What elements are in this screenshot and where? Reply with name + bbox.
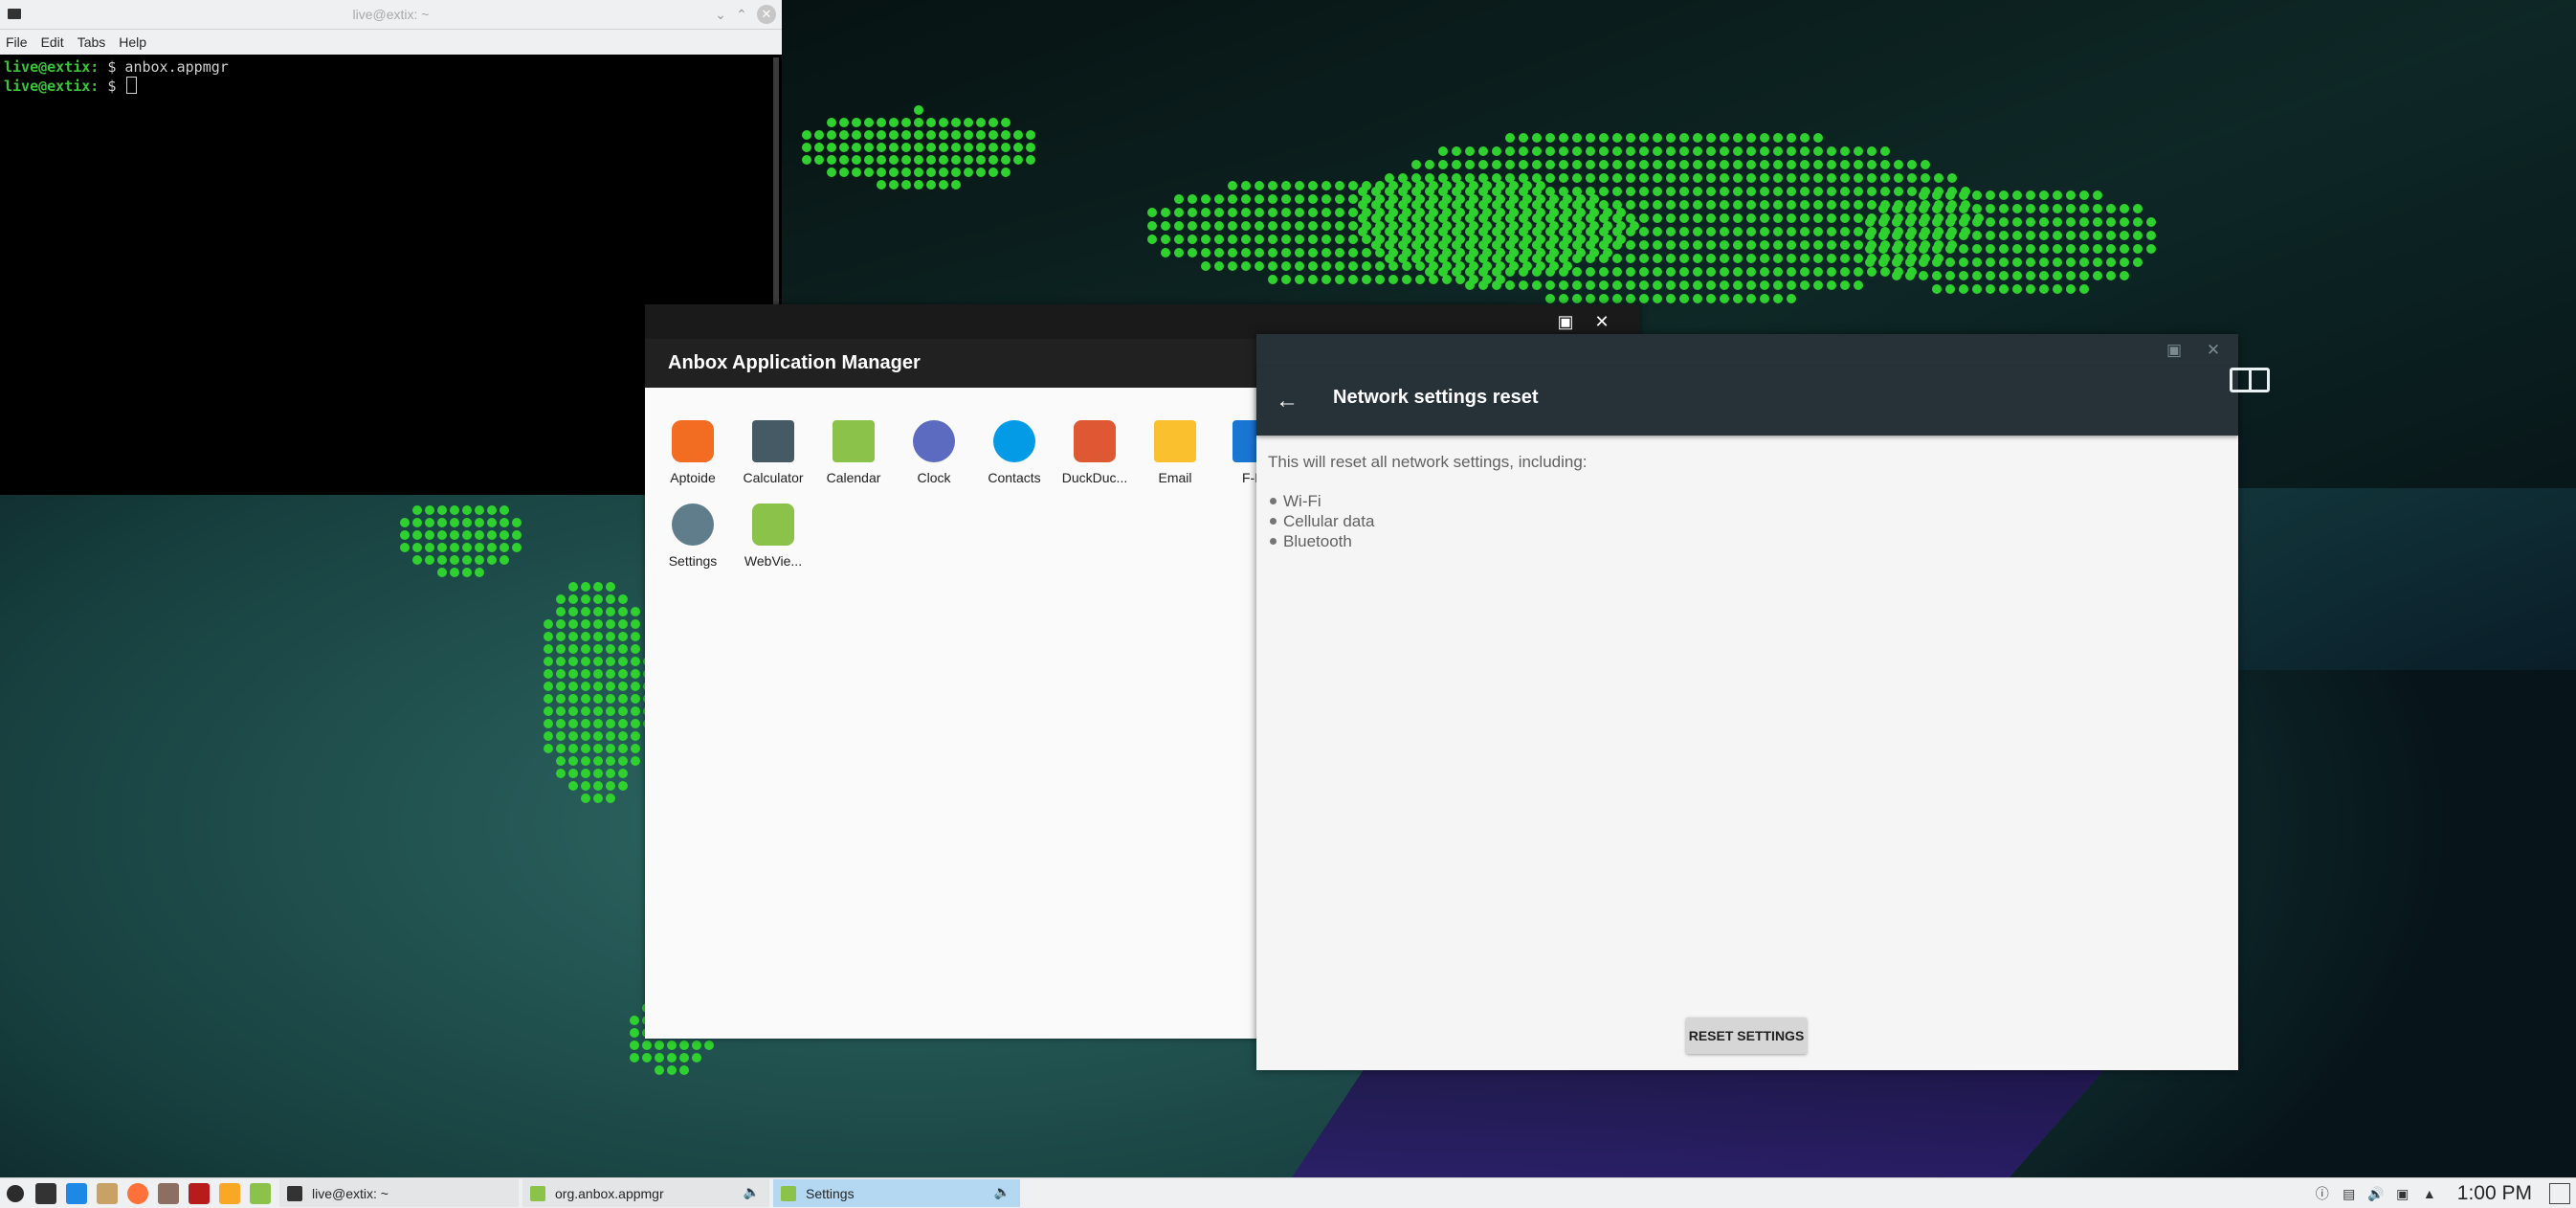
text-cursor (126, 77, 138, 94)
system-tray: ⓘ ▤ 🔊 ▣ ▲ 1:00 PM (2314, 1178, 2576, 1208)
terminal-titlebar[interactable]: live@extix: ~ ⌄ ⌃ ✕ (0, 0, 782, 30)
settings-toolbar: ← Network settings reset (1256, 367, 2238, 436)
network-icon[interactable]: ▣ (2394, 1185, 2411, 1202)
chevron-up-icon[interactable]: ⌃ (732, 5, 751, 24)
aptoide-icon (672, 420, 714, 462)
fdroid-icon (1232, 420, 1259, 462)
list-item: Bluetooth (1268, 533, 2227, 549)
task-label: Settings (806, 1185, 855, 1201)
contacts-icon (993, 420, 1035, 462)
help-icon[interactable]: ⓘ (2314, 1185, 2331, 1202)
command-text: $ (99, 78, 125, 95)
app-label: WebVie... (744, 553, 803, 569)
menu-bar: File Edit Tabs Help (0, 30, 782, 55)
task-settings[interactable]: Settings 🔈 (773, 1179, 1020, 1207)
chevron-down-icon[interactable]: ⌄ (711, 5, 730, 24)
appmgr-task-icon (530, 1185, 545, 1201)
app-calculator[interactable]: Calculator (733, 420, 813, 485)
menu-help[interactable]: Help (119, 34, 146, 50)
duckduckgo-icon (1074, 420, 1116, 462)
description-text: This will reset all network settings, in… (1268, 453, 1588, 471)
app-duckduckgo[interactable]: DuckDuc... (1055, 420, 1135, 485)
close-icon[interactable]: ✕ (2203, 340, 2224, 361)
app-label: Calculator (743, 470, 804, 485)
app-webview[interactable]: WebVie... (733, 503, 813, 569)
archive-launcher-icon[interactable] (92, 1178, 122, 1208)
calculator-icon (752, 420, 794, 462)
webview-icon (752, 503, 794, 546)
app-aptoide[interactable]: Aptoide (653, 420, 733, 485)
minimize-icon[interactable]: ▣ (2164, 340, 2185, 361)
taskbar: live@extix: ~ org.anbox.appmgr 🔈 Setting… (0, 1177, 2576, 1208)
app-fdroid[interactable]: F-Dr (1215, 420, 1259, 485)
menu-edit[interactable]: Edit (41, 34, 64, 50)
firefox-launcher-icon[interactable] (122, 1178, 153, 1208)
minimize-icon[interactable]: ▣ (1554, 310, 1577, 333)
app-settings[interactable]: Settings (653, 503, 733, 569)
settings-window[interactable]: ▣ ✕ ← Network settings reset This will r… (1256, 334, 2238, 1070)
menu-tabs[interactable]: Tabs (78, 34, 106, 50)
settings-titlebar[interactable]: ▣ ✕ (1256, 334, 2238, 367)
prompt: live@extix: (4, 78, 100, 95)
app-label: Aptoide (670, 470, 716, 485)
window-title: live@extix: ~ (352, 7, 430, 22)
app-label: DuckDuc... (1061, 470, 1128, 485)
menu-file[interactable]: File (6, 34, 28, 50)
app-label: Email (1158, 470, 1192, 485)
terminal-line: live@extix: $ anbox.appmgr (4, 58, 778, 77)
task-terminal[interactable]: live@extix: ~ (279, 1179, 519, 1207)
app-label: F-Dr (1242, 470, 1259, 485)
task-label: live@extix: ~ (312, 1185, 389, 1201)
window-resize-icon[interactable] (2230, 368, 2270, 392)
command-text: $ anbox.appmgr (99, 58, 229, 76)
prompt: live@extix: (4, 58, 100, 76)
reset-items-list: Wi-Fi Cellular data Bluetooth (1268, 493, 2227, 549)
email-icon (1154, 420, 1196, 462)
app-calendar[interactable]: Calendar (813, 420, 894, 485)
calendar-icon (833, 420, 875, 462)
list-item: Wi-Fi (1268, 493, 2227, 509)
app-label: Calendar (826, 470, 881, 485)
settings-body: This will reset all network settings, in… (1256, 436, 2238, 570)
show-desktop-icon[interactable] (2549, 1182, 2570, 1204)
task-label: org.anbox.appmgr (555, 1185, 664, 1201)
list-item: Cellular data (1268, 513, 2227, 529)
android-launcher-icon[interactable] (245, 1178, 276, 1208)
clock-icon (913, 420, 955, 462)
close-icon[interactable]: ✕ (757, 5, 776, 24)
expand-tray-icon[interactable]: ▲ (2421, 1185, 2438, 1202)
app-contacts[interactable]: Contacts (974, 420, 1055, 485)
terminal-task-icon (287, 1185, 302, 1201)
clipboard-icon[interactable]: ▤ (2341, 1185, 2358, 1202)
back-arrow-icon[interactable]: ← (1272, 386, 1302, 416)
settings-task-icon (781, 1185, 796, 1201)
gimp-launcher-icon[interactable] (153, 1178, 184, 1208)
terminal-output[interactable]: live@extix: $ anbox.appmgr live@extix: $ (0, 55, 782, 100)
terminal-launcher-icon[interactable] (31, 1178, 61, 1208)
app-label: Clock (917, 470, 951, 485)
download-launcher-icon[interactable] (214, 1178, 245, 1208)
app-launcher-icon[interactable] (184, 1178, 214, 1208)
task-appmgr[interactable]: org.anbox.appmgr 🔈 (522, 1179, 769, 1207)
speaker-icon[interactable]: 🔈 (744, 1184, 760, 1200)
page-title: Network settings reset (1333, 387, 1539, 408)
speaker-icon[interactable]: 🔈 (994, 1184, 1010, 1200)
app-email[interactable]: Email (1135, 420, 1215, 485)
app-clock[interactable]: Clock (894, 420, 974, 485)
close-icon[interactable]: ✕ (1590, 310, 1613, 333)
app-label: Settings (668, 553, 718, 569)
clock[interactable]: 1:00 PM (2457, 1182, 2532, 1205)
app-label: Contacts (988, 470, 1041, 485)
settings-icon (672, 503, 714, 546)
file-manager-launcher-icon[interactable] (61, 1178, 92, 1208)
terminal-line: live@extix: $ (4, 77, 778, 96)
reset-settings-button[interactable]: RESET SETTINGS (1686, 1018, 1807, 1054)
app-menu-icon[interactable] (0, 1178, 31, 1208)
volume-icon[interactable]: 🔊 (2367, 1185, 2385, 1202)
